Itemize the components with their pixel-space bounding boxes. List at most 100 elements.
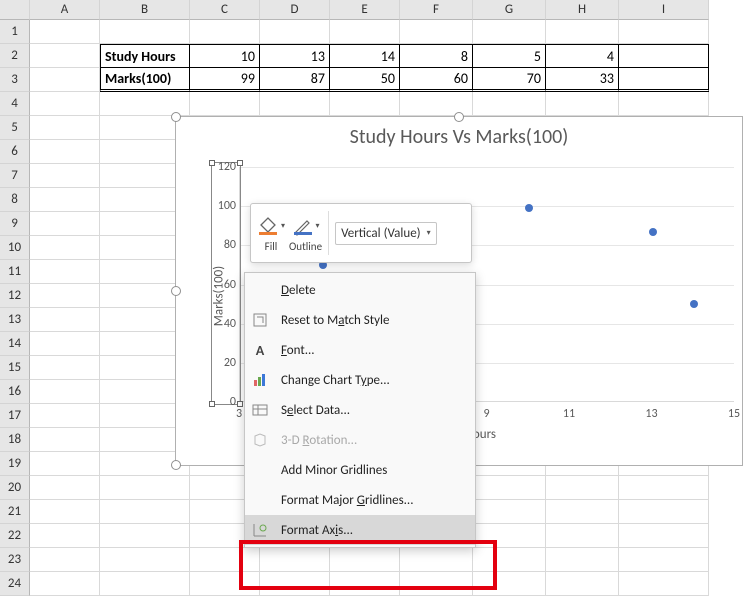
menu-format-major-gridlines[interactable]: Format Major Gridlines... bbox=[245, 485, 475, 515]
cell[interactable] bbox=[30, 428, 100, 452]
cell[interactable] bbox=[100, 20, 190, 44]
cell[interactable] bbox=[546, 476, 619, 500]
cell[interactable] bbox=[473, 500, 546, 524]
cell[interactable] bbox=[30, 548, 100, 572]
outline-button[interactable]: ▾ Outline bbox=[289, 214, 322, 253]
cell[interactable]: Marks(100) bbox=[100, 68, 190, 92]
row-header[interactable]: 18 bbox=[0, 428, 30, 452]
cell[interactable] bbox=[546, 92, 619, 116]
cell[interactable]: 13 bbox=[260, 44, 330, 68]
cell[interactable] bbox=[190, 572, 260, 596]
row-header[interactable]: 3 bbox=[0, 68, 30, 92]
data-point[interactable] bbox=[649, 228, 657, 236]
row-header[interactable]: 10 bbox=[0, 236, 30, 260]
row-header[interactable]: 24 bbox=[0, 572, 30, 596]
column-header[interactable]: F bbox=[400, 0, 473, 20]
cell[interactable] bbox=[546, 20, 619, 44]
cell[interactable] bbox=[30, 92, 100, 116]
cell[interactable] bbox=[30, 332, 100, 356]
cell[interactable] bbox=[330, 92, 400, 116]
cell[interactable] bbox=[190, 20, 260, 44]
cell[interactable] bbox=[260, 548, 330, 572]
cell[interactable]: 8 bbox=[400, 44, 473, 68]
row-header[interactable]: 14 bbox=[0, 332, 30, 356]
cell[interactable] bbox=[30, 20, 100, 44]
cell[interactable] bbox=[30, 260, 100, 284]
cell[interactable] bbox=[100, 572, 190, 596]
column-header[interactable]: H bbox=[546, 0, 619, 20]
column-header[interactable]: E bbox=[330, 0, 400, 20]
cell[interactable] bbox=[619, 572, 709, 596]
column-header[interactable]: G bbox=[473, 0, 546, 20]
cell[interactable] bbox=[400, 572, 473, 596]
row-header[interactable]: 8 bbox=[0, 188, 30, 212]
cell[interactable] bbox=[30, 524, 100, 548]
column-header[interactable]: D bbox=[260, 0, 330, 20]
fill-button[interactable]: ▾ Fill bbox=[257, 214, 285, 253]
cell[interactable] bbox=[190, 548, 260, 572]
cell[interactable] bbox=[619, 500, 709, 524]
cell[interactable] bbox=[260, 92, 330, 116]
row-header[interactable]: 4 bbox=[0, 92, 30, 116]
cell[interactable] bbox=[330, 20, 400, 44]
cell[interactable] bbox=[30, 188, 100, 212]
cell[interactable] bbox=[619, 524, 709, 548]
cell[interactable] bbox=[473, 524, 546, 548]
cell[interactable] bbox=[100, 548, 190, 572]
cell[interactable] bbox=[619, 20, 709, 44]
cell[interactable] bbox=[260, 20, 330, 44]
row-header[interactable]: 6 bbox=[0, 140, 30, 164]
resize-handle[interactable] bbox=[171, 460, 181, 470]
menu-add-minor-gridlines[interactable]: Add Minor Gridlines bbox=[245, 455, 475, 485]
menu-reset-style[interactable]: Reset to Match Style bbox=[245, 305, 475, 335]
cell[interactable] bbox=[546, 572, 619, 596]
menu-change-chart-type[interactable]: Change Chart Type... bbox=[245, 365, 475, 395]
resize-handle[interactable] bbox=[171, 112, 181, 122]
menu-select-data[interactable]: Select Data... bbox=[245, 395, 475, 425]
cell[interactable]: 60 bbox=[400, 68, 473, 92]
cell[interactable] bbox=[30, 308, 100, 332]
cell[interactable] bbox=[473, 572, 546, 596]
cell[interactable] bbox=[30, 452, 100, 476]
cell[interactable] bbox=[619, 92, 709, 116]
cell[interactable] bbox=[30, 284, 100, 308]
cell[interactable] bbox=[260, 572, 330, 596]
row-header[interactable]: 13 bbox=[0, 308, 30, 332]
cell[interactable] bbox=[100, 476, 190, 500]
row-header[interactable]: 22 bbox=[0, 524, 30, 548]
chart-title[interactable]: Study Hours Vs Marks(100) bbox=[176, 117, 742, 153]
cell[interactable] bbox=[400, 548, 473, 572]
cell[interactable] bbox=[473, 476, 546, 500]
row-header[interactable]: 11 bbox=[0, 260, 30, 284]
row-header[interactable]: 12 bbox=[0, 284, 30, 308]
row-header[interactable]: 1 bbox=[0, 20, 30, 44]
cell[interactable] bbox=[30, 236, 100, 260]
cell[interactable] bbox=[30, 212, 100, 236]
select-all-corner[interactable] bbox=[0, 0, 30, 20]
cell[interactable]: 4 bbox=[546, 44, 619, 68]
cell[interactable] bbox=[400, 20, 473, 44]
cell[interactable] bbox=[100, 524, 190, 548]
cell[interactable] bbox=[546, 500, 619, 524]
data-point[interactable] bbox=[525, 204, 533, 212]
cell[interactable] bbox=[546, 548, 619, 572]
row-header[interactable]: 15 bbox=[0, 356, 30, 380]
row-header[interactable]: 21 bbox=[0, 500, 30, 524]
cell[interactable] bbox=[619, 68, 709, 92]
menu-format-axis[interactable]: Format Axis... bbox=[245, 515, 475, 545]
cell[interactable] bbox=[619, 44, 709, 68]
cell[interactable] bbox=[473, 20, 546, 44]
column-header[interactable]: I bbox=[619, 0, 709, 20]
chart-element-selector[interactable]: Vertical (Value) ▾ bbox=[335, 222, 437, 245]
cell[interactable]: 87 bbox=[260, 68, 330, 92]
cell[interactable] bbox=[30, 68, 100, 92]
cell[interactable] bbox=[30, 44, 100, 68]
column-header[interactable]: B bbox=[100, 0, 190, 20]
cell[interactable] bbox=[30, 476, 100, 500]
cell[interactable] bbox=[30, 572, 100, 596]
cell[interactable]: 14 bbox=[330, 44, 400, 68]
cell[interactable]: 10 bbox=[190, 44, 260, 68]
column-header[interactable]: C bbox=[190, 0, 260, 20]
cell[interactable] bbox=[30, 164, 100, 188]
cell[interactable] bbox=[30, 356, 100, 380]
